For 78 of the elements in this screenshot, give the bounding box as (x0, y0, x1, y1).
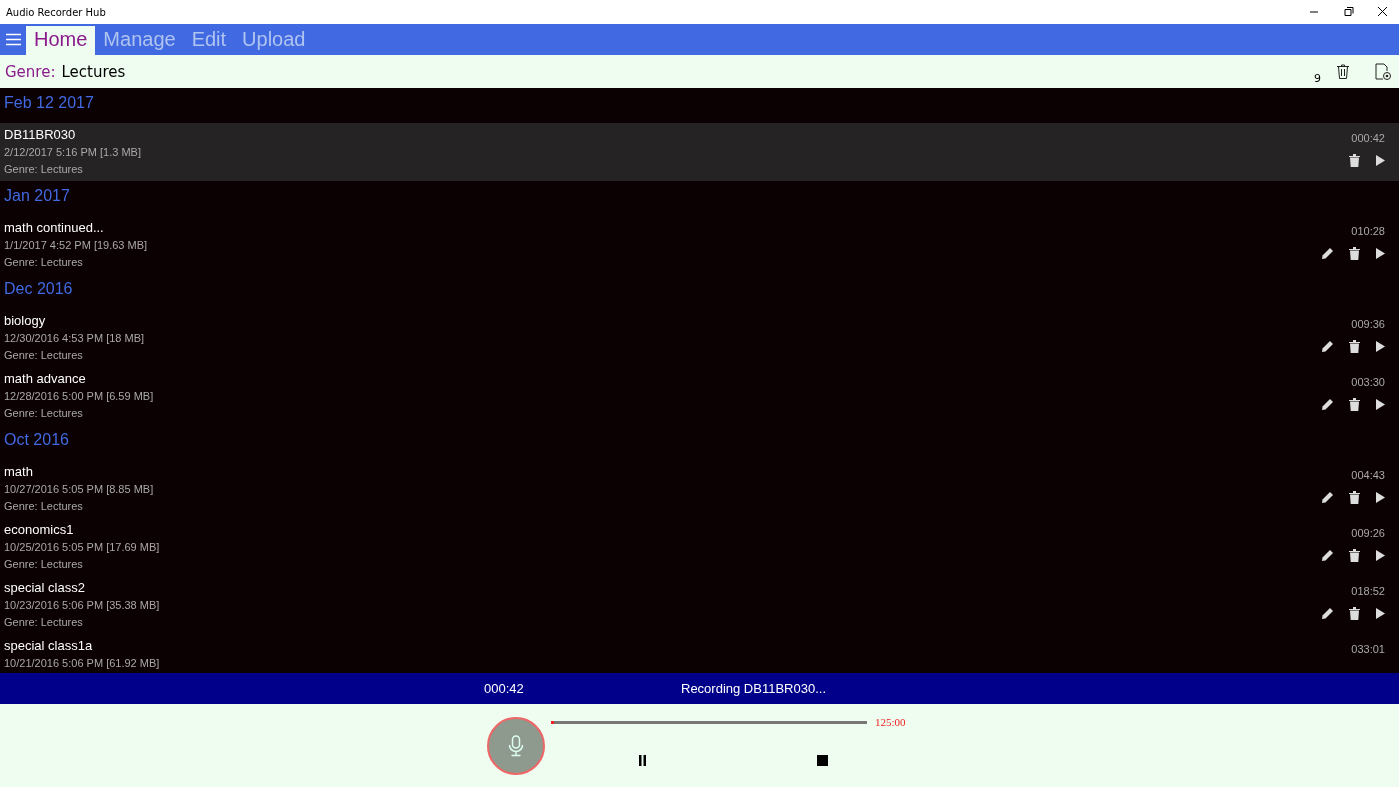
recording-details: 1/1/2017 4:52 PM [19.63 MB] (4, 238, 149, 253)
group-header: Dec 2016 (4, 280, 73, 298)
recording-duration: 003:30 (1351, 376, 1385, 388)
recording-name: DB11BR030 (4, 126, 77, 144)
recording-name: math (4, 463, 34, 481)
trash-icon[interactable] (1349, 549, 1360, 562)
trash-icon[interactable] (1349, 607, 1360, 620)
pause-button[interactable] (638, 754, 647, 769)
recording-item[interactable]: DB11BR030 2/12/2017 5:16 PM [1.3 MB] Genre: Lectures 000:42 (0, 123, 1399, 181)
stop-button[interactable] (817, 754, 828, 769)
play-icon[interactable] (1376, 341, 1385, 352)
recording-details: 10/25/2016 5:05 PM [17.69 MB] (4, 540, 161, 555)
menu-icon[interactable] (5, 33, 21, 46)
group-header: Oct 2016 (4, 431, 69, 449)
recording-item[interactable]: economics1 10/25/2016 5:05 PM [17.69 MB] Genre: Lectures 009:26 (0, 518, 1399, 576)
recording-duration: 033:01 (1351, 643, 1385, 655)
recording-item[interactable]: biology 12/30/2016 4:53 PM [18 MB] Genre: Lectures 009:36 (0, 309, 1399, 367)
recording-duration: 010:28 (1351, 225, 1385, 237)
pencil-icon[interactable] (1322, 608, 1333, 619)
trash-icon[interactable] (1349, 398, 1360, 411)
recording-item[interactable]: math 10/27/2016 5:05 PM [8.85 MB] Genre: Lectures 004:43 (0, 460, 1399, 518)
recording-details: 12/28/2016 5:00 PM [6.59 MB] (4, 389, 155, 404)
elapsed-time: 000:42 (484, 681, 525, 696)
pencil-icon[interactable] (1322, 341, 1333, 352)
trash-icon[interactable] (1337, 64, 1349, 79)
record-button[interactable] (487, 716, 545, 775)
total-time: 125:00 (875, 716, 906, 728)
recording-name: economics1 (4, 521, 75, 539)
nav-tab[interactable]: Home (26, 26, 96, 55)
recording-duration: 009:36 (1351, 318, 1385, 330)
recording-genre: Genre: Lectures (4, 499, 84, 514)
recording-duration: 009:26 (1351, 527, 1385, 539)
trash-icon[interactable] (1349, 340, 1360, 353)
recording-item[interactable]: special class1a 10/21/2016 5:06 PM [61.92 MB] 033:01 (0, 634, 1399, 673)
play-icon[interactable] (1376, 399, 1385, 410)
pencil-icon[interactable] (1322, 248, 1333, 259)
recording-genre: Genre: Lectures (4, 255, 84, 270)
recording-duration: 000:42 (1351, 132, 1385, 144)
recording-name: math continued... (4, 219, 105, 237)
trash-icon[interactable] (1349, 154, 1360, 167)
group-header: Jan 2017 (4, 187, 70, 205)
recording-duration: 004:43 (1351, 469, 1385, 481)
play-icon[interactable] (1376, 155, 1385, 166)
recording-details: 12/30/2016 4:53 PM [18 MB] (4, 331, 146, 346)
recording-name: math advance (4, 370, 87, 388)
play-icon[interactable] (1376, 550, 1385, 561)
recording-name: special class1a (4, 637, 94, 655)
recording-item[interactable]: math advance 12/28/2016 5:00 PM [6.59 MB] Genre: Lectures 003:30 (0, 367, 1399, 425)
trash-icon[interactable] (1349, 491, 1360, 504)
file-settings-icon[interactable] (1375, 62, 1392, 81)
window-title: Audio Recorder Hub (5, 6, 106, 18)
recording-item[interactable]: math continued... 1/1/2017 4:52 PM [19.63 MB] Genre: Lectures 010:28 (0, 216, 1399, 274)
recording-genre: Genre: Lectures (4, 162, 84, 177)
recording-details: 10/21/2016 5:06 PM [61.92 MB] (4, 656, 161, 671)
status-message: Recording DB11BR030... (681, 681, 826, 696)
pencil-icon[interactable] (1322, 550, 1333, 561)
recording-details: 2/12/2017 5:16 PM [1.3 MB] (4, 145, 142, 160)
recording-name: biology (4, 312, 47, 330)
recording-genre: Genre: Lectures (4, 615, 84, 630)
recording-genre: Genre: Lectures (4, 348, 84, 363)
recording-details: 10/27/2016 5:05 PM [8.85 MB] (4, 482, 155, 497)
group-header: Feb 12 2017 (4, 94, 94, 112)
count-text: 9 (1314, 72, 1321, 85)
pencil-icon[interactable] (1322, 399, 1333, 410)
recording-details: 10/23/2016 5:06 PM [35.38 MB] (4, 598, 161, 613)
pencil-icon[interactable] (1322, 492, 1333, 503)
recording-name: special class2 (4, 579, 86, 597)
genre-value: Lectures (61, 62, 126, 81)
recording-genre: Genre: Lectures (4, 557, 84, 572)
recording-duration: 018:52 (1351, 585, 1385, 597)
microphone-icon (508, 734, 524, 757)
play-icon[interactable] (1376, 492, 1385, 503)
play-icon[interactable] (1376, 608, 1385, 619)
play-icon[interactable] (1376, 248, 1385, 259)
recording-item[interactable]: special class2 10/23/2016 5:06 PM [35.38 MB] Genre: Lectures 018:52 (0, 576, 1399, 634)
recording-genre: Genre: Lectures (4, 406, 84, 421)
trash-icon[interactable] (1349, 247, 1360, 260)
genre-label: Genre: (5, 62, 56, 81)
